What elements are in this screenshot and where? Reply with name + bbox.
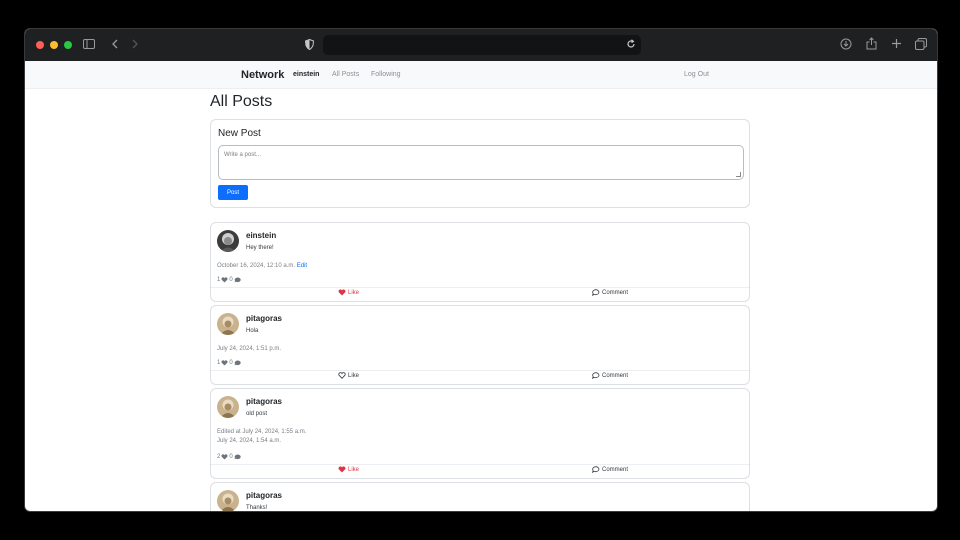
post-edited-note: Edited at July 24, 2024, 1:55 a.m. <box>217 429 307 435</box>
forward-icon[interactable] <box>131 39 139 49</box>
comment-icon <box>592 289 600 296</box>
post-card: pitagoras Thanks! <box>210 482 750 511</box>
main-content: All Posts New Post Write a post... Post … <box>210 89 750 511</box>
like-count: 1 <box>217 277 221 283</box>
like-label: Like <box>348 372 360 379</box>
comment-count-icon <box>234 360 241 366</box>
post-timestamp: October 16, 2024, 12:10 a.m. Edit <box>217 263 307 269</box>
comment-label: Comment <box>602 372 629 379</box>
new-post-placeholder: Write a post... <box>224 152 261 158</box>
sidebar-icon[interactable] <box>83 39 95 49</box>
heart-count-icon <box>221 454 228 460</box>
heart-filled-icon <box>338 289 346 296</box>
post-submit-button[interactable]: Post <box>218 185 248 200</box>
post-card: pitagoras old post Edited at July 24, 20… <box>210 388 750 479</box>
avatar[interactable] <box>217 490 239 511</box>
edit-post-link[interactable]: Edit <box>297 263 307 269</box>
back-icon[interactable] <box>111 39 119 49</box>
post-card: einstein Hey there! October 16, 2024, 12… <box>210 222 750 302</box>
nav-logout-link[interactable]: Log Out <box>684 71 709 78</box>
comment-button[interactable]: Comment <box>592 372 628 379</box>
nav-all-posts-link[interactable]: All Posts <box>332 71 359 78</box>
window-controls <box>36 41 72 49</box>
like-button[interactable]: Like <box>338 289 359 296</box>
post-divider <box>211 287 749 288</box>
avatar[interactable] <box>217 230 239 252</box>
tabs-overview-icon[interactable] <box>915 38 927 50</box>
share-icon[interactable] <box>866 37 877 50</box>
reload-icon[interactable] <box>626 39 636 49</box>
comment-label: Comment <box>602 289 629 296</box>
like-count: 1 <box>217 360 221 366</box>
comment-count-icon <box>234 277 241 283</box>
like-count: 2 <box>217 454 221 460</box>
shield-icon[interactable] <box>305 39 314 50</box>
comment-count-icon <box>234 454 241 460</box>
new-tab-icon[interactable] <box>891 38 902 49</box>
heart-count-icon <box>221 277 228 283</box>
comment-count: 0 <box>229 360 233 366</box>
post-body: Hola <box>246 328 259 334</box>
comment-icon <box>592 372 600 379</box>
heart-filled-icon <box>338 466 346 473</box>
download-icon[interactable] <box>840 38 852 50</box>
comment-label: Comment <box>602 466 629 473</box>
post-body: Hey there! <box>246 245 274 251</box>
heart-count-icon <box>221 360 228 366</box>
post-date: July 24, 2024, 1:51 p.m. <box>217 346 282 352</box>
comment-count: 0 <box>229 454 233 460</box>
comment-button[interactable]: Comment <box>592 466 628 473</box>
avatar[interactable] <box>217 396 239 418</box>
nav-user-link[interactable]: einstein <box>293 71 319 78</box>
post-divider <box>211 370 749 371</box>
post-counts: 2 0 <box>217 454 241 460</box>
new-post-heading: New Post <box>218 128 261 139</box>
comment-button[interactable]: Comment <box>592 289 628 296</box>
post-divider <box>211 464 749 465</box>
post-author[interactable]: pitagoras <box>246 491 282 500</box>
avatar[interactable] <box>217 313 239 335</box>
post-author[interactable]: pitagoras <box>246 314 282 323</box>
like-button[interactable]: Like <box>338 466 359 473</box>
address-bar[interactable] <box>323 35 641 55</box>
post-counts: 1 0 <box>217 360 241 366</box>
page-title: All Posts <box>210 93 273 110</box>
new-post-textarea[interactable]: Write a post... <box>218 145 744 180</box>
like-button[interactable]: Like <box>338 372 359 379</box>
close-window-button[interactable] <box>36 41 44 49</box>
post-counts: 1 0 <box>217 277 241 283</box>
minimize-window-button[interactable] <box>50 41 58 49</box>
comment-icon <box>592 466 600 473</box>
nav-following-link[interactable]: Following <box>371 71 401 78</box>
post-author[interactable]: pitagoras <box>246 397 282 406</box>
post-date: July 24, 2024, 1:54 a.m. <box>217 438 282 444</box>
like-label: Like <box>348 289 360 296</box>
post-body: Thanks! <box>246 505 268 511</box>
browser-window: Network einstein All Posts Following Log… <box>24 28 938 512</box>
brand-link[interactable]: Network <box>241 69 284 81</box>
post-body: old post <box>246 411 268 417</box>
zoom-window-button[interactable] <box>64 41 72 49</box>
resize-handle-icon[interactable] <box>736 172 741 177</box>
site-navbar: Network einstein All Posts Following Log… <box>25 61 937 89</box>
post-card: pitagoras Hola July 24, 2024, 1:51 p.m. … <box>210 305 750 385</box>
post-date: October 16, 2024, 12:10 a.m. <box>217 263 296 269</box>
heart-outline-icon <box>338 372 346 379</box>
browser-toolbar <box>25 29 937 61</box>
post-author[interactable]: einstein <box>246 231 276 240</box>
like-label: Like <box>348 466 360 473</box>
comment-count: 0 <box>229 277 233 283</box>
new-post-card: New Post Write a post... Post <box>210 119 750 208</box>
